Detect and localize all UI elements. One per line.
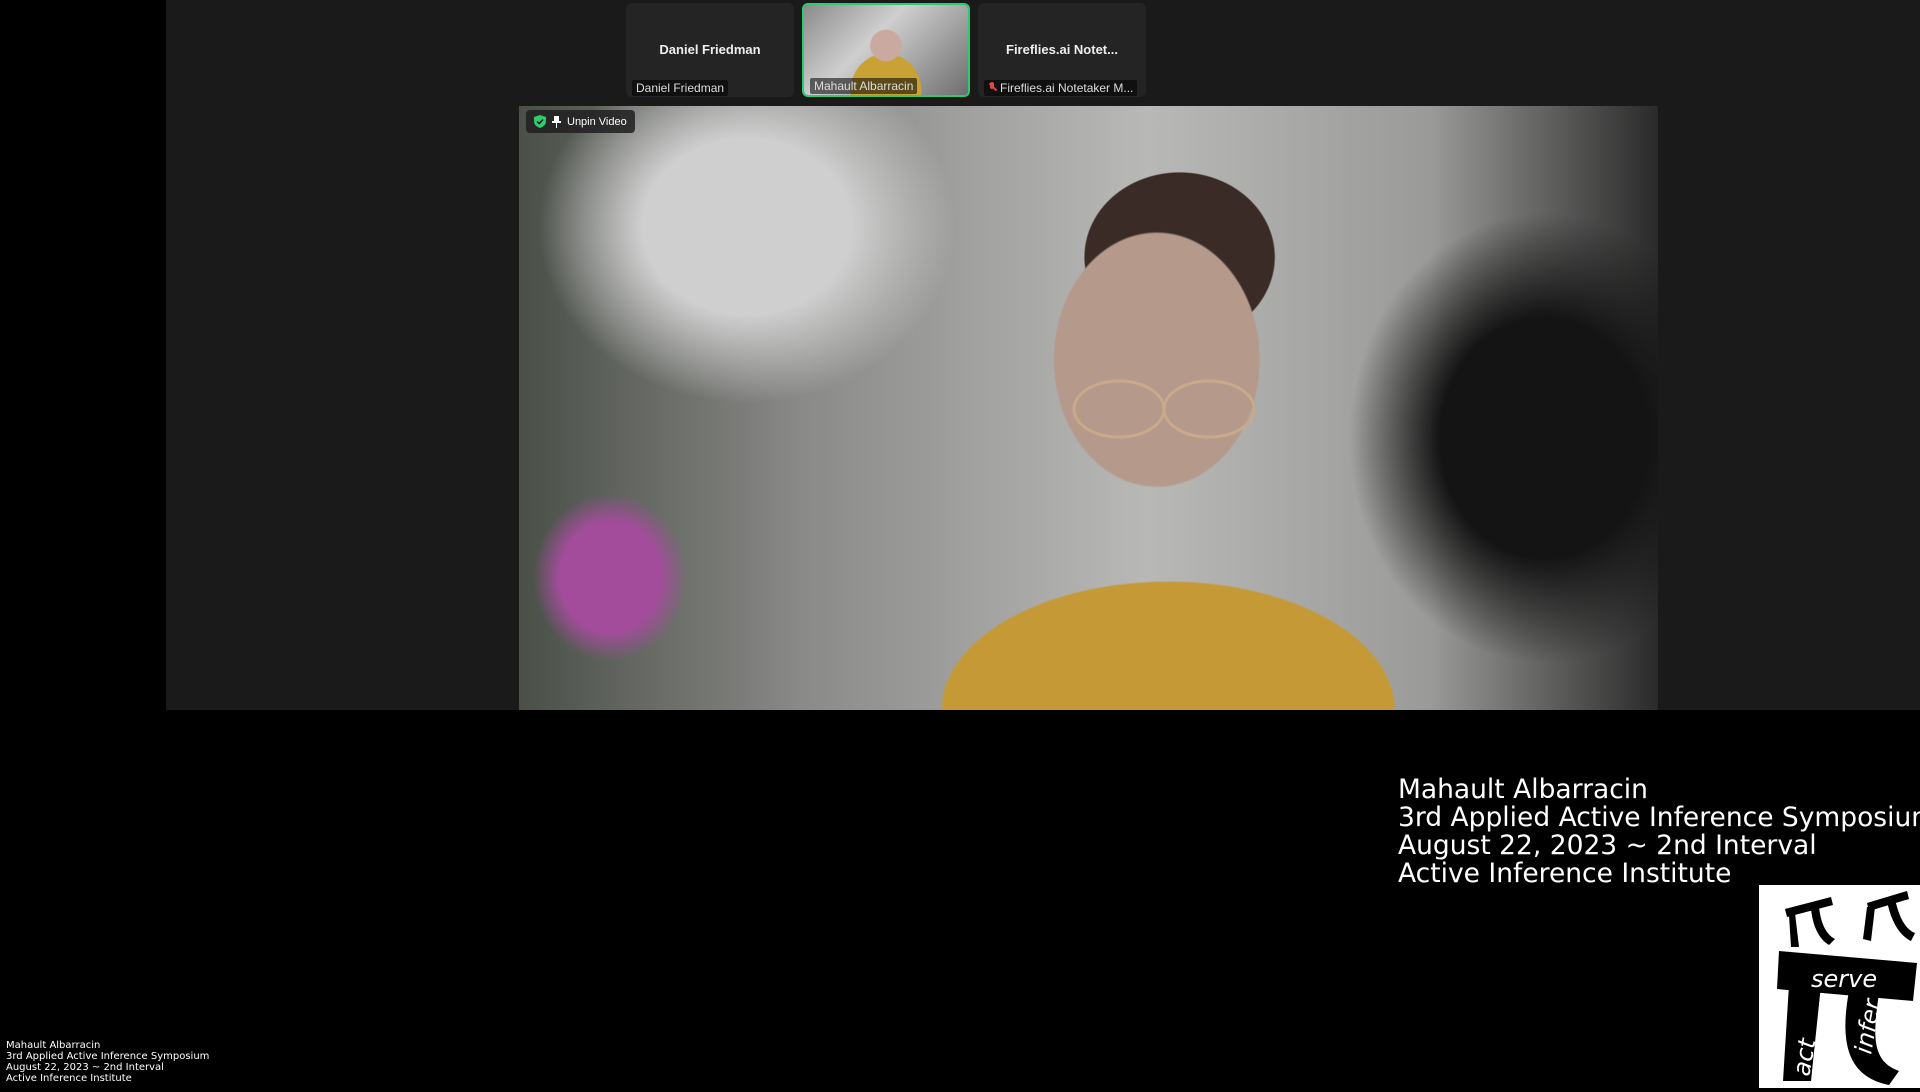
participant-center-name: Daniel Friedman: [659, 42, 761, 57]
small-caption-organization: Active Inference Institute: [6, 1073, 132, 1084]
speaker-caption-overlay: Mahault Albarracin 3rd Applied Active In…: [1398, 776, 1920, 888]
shield-check-icon: [534, 115, 546, 128]
small-caption-event-name: 3rd Applied Active Inference Symposium: [6, 1051, 210, 1062]
caption-date: August 22, 2023 ~ 2nd Interval: [1398, 830, 1817, 861]
logo-right-pi: [1863, 891, 1915, 941]
small-caption-overlay: Mahault Albarracin 3rd Applied Active In…: [6, 1040, 209, 1084]
participant-tile-fireflies[interactable]: Fireflies.ai Notet... Fireflies.ai Notet…: [978, 3, 1146, 97]
caption-speaker-name: Mahault Albarracin: [1398, 774, 1648, 805]
logo-graphic: serve act infer: [1777, 891, 1917, 1085]
unpin-video-button[interactable]: Unpin Video: [526, 110, 635, 133]
participant-thumbnail-strip: Daniel Friedman Daniel Friedman Mahault …: [626, 3, 1146, 97]
participant-name-label: Mahault Albarracin: [810, 78, 918, 94]
logo-left-pi: [1785, 897, 1835, 947]
logo-word-act: act: [1787, 1035, 1821, 1078]
caption-event-name: 3rd Applied Active Inference Symposium: [1398, 802, 1920, 833]
participant-center-name: Fireflies.ai Notet...: [1006, 42, 1118, 57]
small-caption-date: August 22, 2023 ~ 2nd Interval: [6, 1062, 164, 1073]
pin-icon: [552, 115, 561, 128]
participant-tile-mahault[interactable]: Mahault Albarracin: [802, 3, 970, 97]
active-inference-logo: serve act infer: [1759, 885, 1920, 1088]
small-caption-speaker-name: Mahault Albarracin: [6, 1040, 101, 1051]
participant-name-label: Fireflies.ai Notetaker M...: [984, 80, 1138, 96]
unpin-video-label: Unpin Video: [567, 115, 627, 128]
speaker-glasses: [1072, 379, 1256, 439]
participant-name-text: Fireflies.ai Notetaker M...: [1000, 81, 1134, 95]
logo-word-serve: serve: [1811, 965, 1877, 993]
caption-organization: Active Inference Institute: [1398, 858, 1732, 889]
pinned-speaker-video: [519, 106, 1658, 710]
mic-muted-icon: [988, 82, 996, 92]
participant-name-label: Daniel Friedman: [632, 80, 729, 96]
participant-tile-daniel[interactable]: Daniel Friedman Daniel Friedman: [626, 3, 794, 97]
